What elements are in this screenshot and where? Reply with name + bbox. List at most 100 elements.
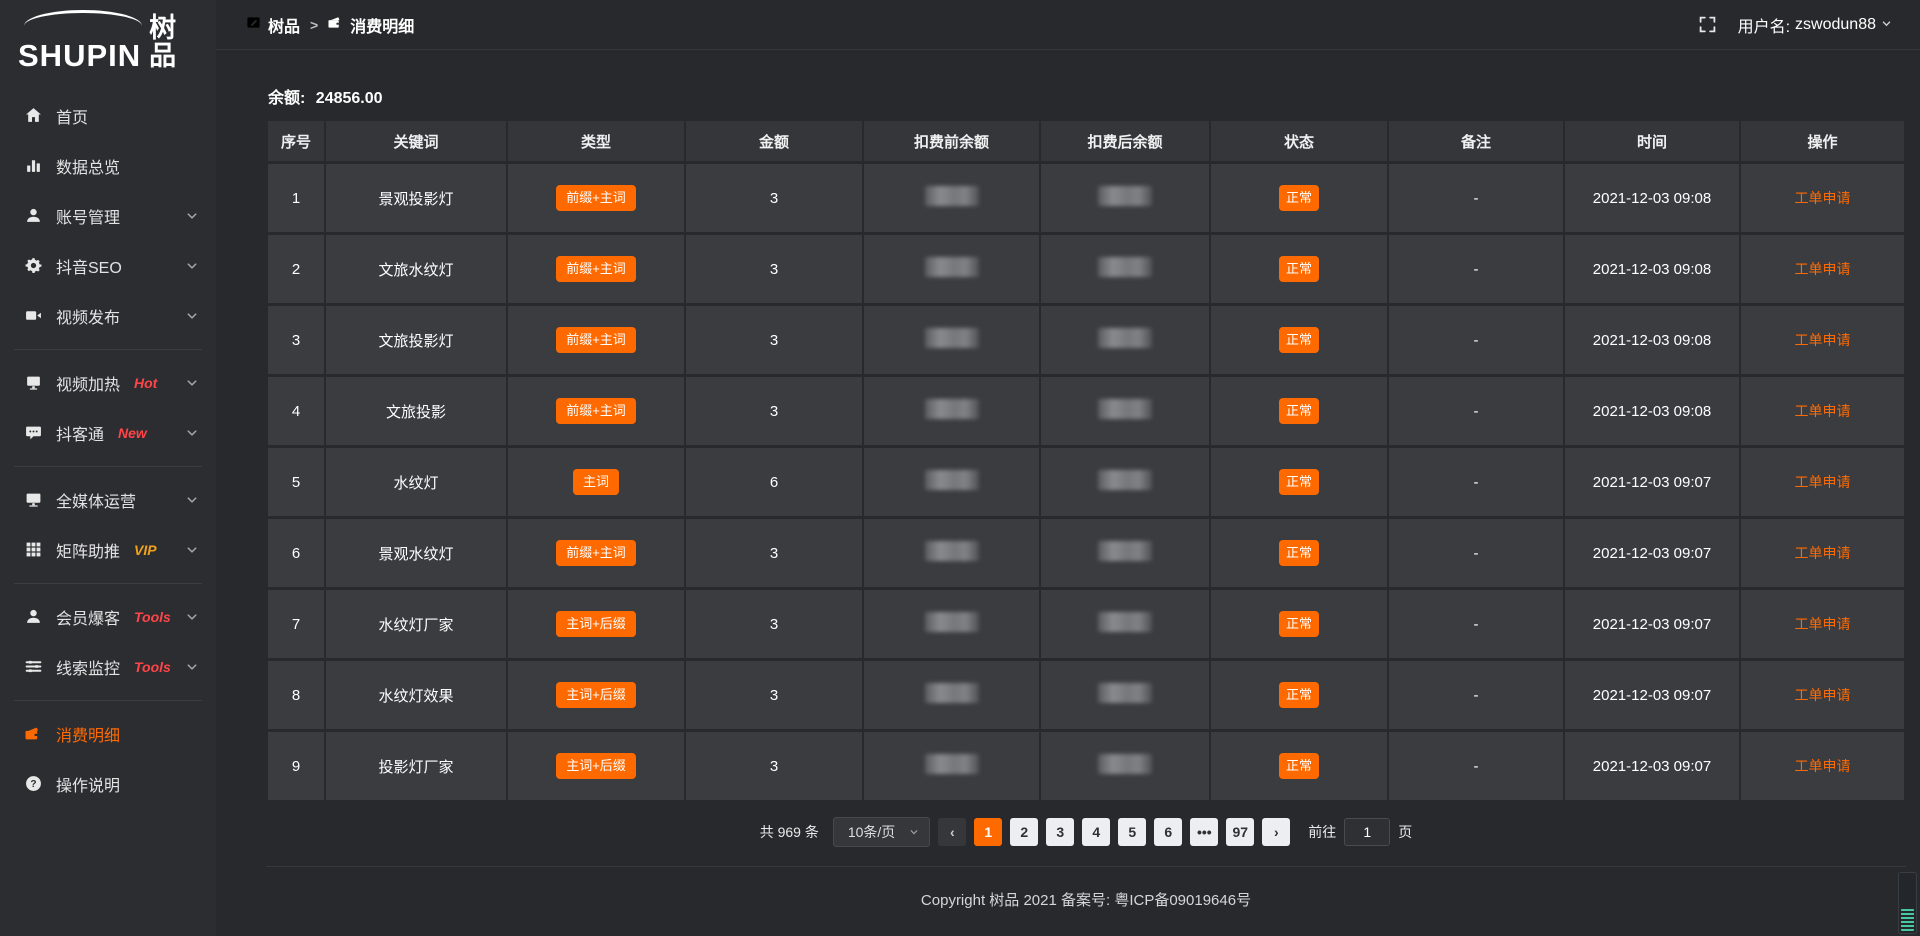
breadcrumb-item-home[interactable]: 树品 bbox=[246, 13, 300, 37]
type-badge: 前缀+主词 bbox=[556, 327, 636, 353]
sidebar-item-13[interactable]: 线索监控Tools bbox=[0, 642, 216, 692]
cell-balance-after bbox=[1041, 590, 1209, 658]
ticket-apply-link[interactable]: 工单申请 bbox=[1795, 474, 1851, 490]
sidebar-item-1[interactable]: 数据总览 bbox=[0, 141, 216, 191]
table-row: 2文旅水纹灯前缀+主词3正常-2021-12-03 09:08工单申请 bbox=[268, 235, 1904, 303]
table-row: 7水纹灯厂家主词+后缀3正常-2021-12-03 09:07工单申请 bbox=[268, 590, 1904, 658]
question-icon: ? bbox=[24, 775, 42, 793]
sidebar-item-10[interactable]: 矩阵助推VIP bbox=[0, 525, 216, 575]
cell-keyword: 投影灯厂家 bbox=[326, 732, 506, 800]
username-label: 用户名: bbox=[1738, 13, 1790, 37]
masked-value bbox=[925, 754, 979, 774]
sidebar-item-6[interactable]: 视频加热 Hot bbox=[0, 358, 216, 408]
goto-page-input[interactable] bbox=[1344, 818, 1390, 846]
type-badge: 前缀+主词 bbox=[556, 256, 636, 282]
page-button-2[interactable]: 2 bbox=[1010, 818, 1038, 846]
cell-note: - bbox=[1389, 519, 1563, 587]
prev-page-button[interactable]: ‹ bbox=[938, 818, 966, 846]
chevron-down-icon bbox=[186, 310, 198, 322]
sidebar-item-9[interactable]: 全媒体运营 bbox=[0, 475, 216, 525]
page-button-3[interactable]: 3 bbox=[1046, 818, 1074, 846]
sidebar-item-12[interactable]: 会员爆客Tools bbox=[0, 592, 216, 642]
ticket-apply-link[interactable]: 工单申请 bbox=[1795, 687, 1851, 703]
masked-value bbox=[1098, 470, 1152, 490]
ticket-apply-link[interactable]: 工单申请 bbox=[1795, 332, 1851, 348]
chevron-down-icon bbox=[186, 661, 198, 673]
type-badge: 主词+后缀 bbox=[556, 611, 636, 637]
page-button-6[interactable]: 6 bbox=[1154, 818, 1182, 846]
page-size-value: 10条/页 bbox=[848, 822, 895, 842]
table-row: 1景观投影灯前缀+主词3正常-2021-12-03 09:08工单申请 bbox=[268, 164, 1904, 232]
chevron-down-icon bbox=[186, 377, 198, 389]
monitor-icon bbox=[24, 491, 42, 509]
sidebar-item-16[interactable]: ?操作说明 bbox=[0, 759, 216, 809]
masked-value bbox=[1098, 186, 1152, 206]
sidebar-item-label: 视频加热 bbox=[56, 371, 120, 395]
masked-value bbox=[1098, 257, 1152, 277]
masked-value bbox=[925, 683, 979, 703]
svg-text:?: ? bbox=[30, 779, 36, 790]
next-page-button[interactable]: › bbox=[1262, 818, 1290, 846]
sidebar-item-0[interactable]: 首页 bbox=[0, 91, 216, 141]
ticket-apply-link[interactable]: 工单申请 bbox=[1795, 616, 1851, 632]
main-area: 树品 > 消费明细 用户名: zswodun88 余额: 24 bbox=[216, 0, 1920, 936]
cell-action: 工单申请 bbox=[1741, 732, 1904, 800]
status-badge: 正常 bbox=[1279, 540, 1319, 566]
masked-value bbox=[1098, 541, 1152, 561]
sidebar-item-7[interactable]: 抖客通New bbox=[0, 408, 216, 458]
cell-type: 前缀+主词 bbox=[508, 519, 684, 587]
cell-status: 正常 bbox=[1211, 306, 1387, 374]
ticket-apply-link[interactable]: 工单申请 bbox=[1795, 758, 1851, 774]
sidebar-menu: 首页数据总览账号管理抖音SEO视频发布视频加热Hot抖客通New全媒体运营矩阵助… bbox=[0, 85, 216, 936]
breadcrumb-label: 消费明细 bbox=[350, 13, 414, 37]
cell-balance-after bbox=[1041, 377, 1209, 445]
masked-value bbox=[1098, 683, 1152, 703]
cell-balance-after bbox=[1041, 306, 1209, 374]
display-icon bbox=[24, 374, 42, 392]
cell-keyword: 文旅投影灯 bbox=[326, 306, 506, 374]
app-logo: SHUPIN 树品 bbox=[0, 8, 216, 85]
ticket-apply-link[interactable]: 工单申请 bbox=[1795, 545, 1851, 561]
goto-page: 前往 页 bbox=[1308, 818, 1412, 846]
sidebar-item-badge: Hot bbox=[134, 375, 157, 391]
sidebar-item-label: 抖音SEO bbox=[56, 254, 122, 278]
masked-value bbox=[925, 257, 979, 277]
cell-status: 正常 bbox=[1211, 661, 1387, 729]
ticket-apply-link[interactable]: 工单申请 bbox=[1795, 403, 1851, 419]
user-menu[interactable]: 用户名: zswodun88 bbox=[1738, 13, 1892, 37]
floating-widget[interactable] bbox=[1898, 872, 1917, 934]
page-button-5[interactable]: 5 bbox=[1118, 818, 1146, 846]
sidebar-item-2[interactable]: 账号管理 bbox=[0, 191, 216, 241]
type-badge: 前缀+主词 bbox=[556, 540, 636, 566]
sidebar-item-3[interactable]: 抖音SEO bbox=[0, 241, 216, 291]
user-icon bbox=[24, 207, 42, 225]
cell-balance-after bbox=[1041, 164, 1209, 232]
page-size-select[interactable]: 10条/页 bbox=[833, 817, 930, 847]
page-ellipsis-button[interactable]: ••• bbox=[1190, 818, 1218, 846]
cell-amount: 3 bbox=[686, 377, 862, 445]
breadcrumb-item-current[interactable]: 消费明细 bbox=[328, 13, 414, 37]
table-row: 9投影灯厂家主词+后缀3正常-2021-12-03 09:07工单申请 bbox=[268, 732, 1904, 800]
cell-status: 正常 bbox=[1211, 519, 1387, 587]
page-button-1[interactable]: 1 bbox=[974, 818, 1002, 846]
breadcrumb-separator: > bbox=[310, 17, 318, 33]
page-button-97[interactable]: 97 bbox=[1226, 818, 1254, 846]
column-header: 扣费前余额 bbox=[864, 121, 1039, 161]
sidebar-item-4[interactable]: 视频发布 bbox=[0, 291, 216, 341]
masked-value bbox=[925, 612, 979, 632]
cell-balance-before bbox=[864, 448, 1039, 516]
chevron-down-icon bbox=[186, 611, 198, 623]
sidebar-item-15[interactable]: 消费明细 bbox=[0, 709, 216, 759]
cell-status: 正常 bbox=[1211, 590, 1387, 658]
cell-balance-before bbox=[864, 377, 1039, 445]
cell-status: 正常 bbox=[1211, 377, 1387, 445]
cell-type: 主词+后缀 bbox=[508, 661, 684, 729]
copyright-text: Copyright 树品 2021 备案号: 粤ICP备09019646号 bbox=[921, 892, 1251, 909]
sidebar-item-label: 矩阵助推 bbox=[56, 538, 120, 562]
ticket-apply-link[interactable]: 工单申请 bbox=[1795, 190, 1851, 206]
fullscreen-icon[interactable] bbox=[1699, 16, 1716, 33]
page-button-4[interactable]: 4 bbox=[1082, 818, 1110, 846]
gear-icon bbox=[24, 257, 42, 275]
cell-no: 2 bbox=[268, 235, 324, 303]
ticket-apply-link[interactable]: 工单申请 bbox=[1795, 261, 1851, 277]
